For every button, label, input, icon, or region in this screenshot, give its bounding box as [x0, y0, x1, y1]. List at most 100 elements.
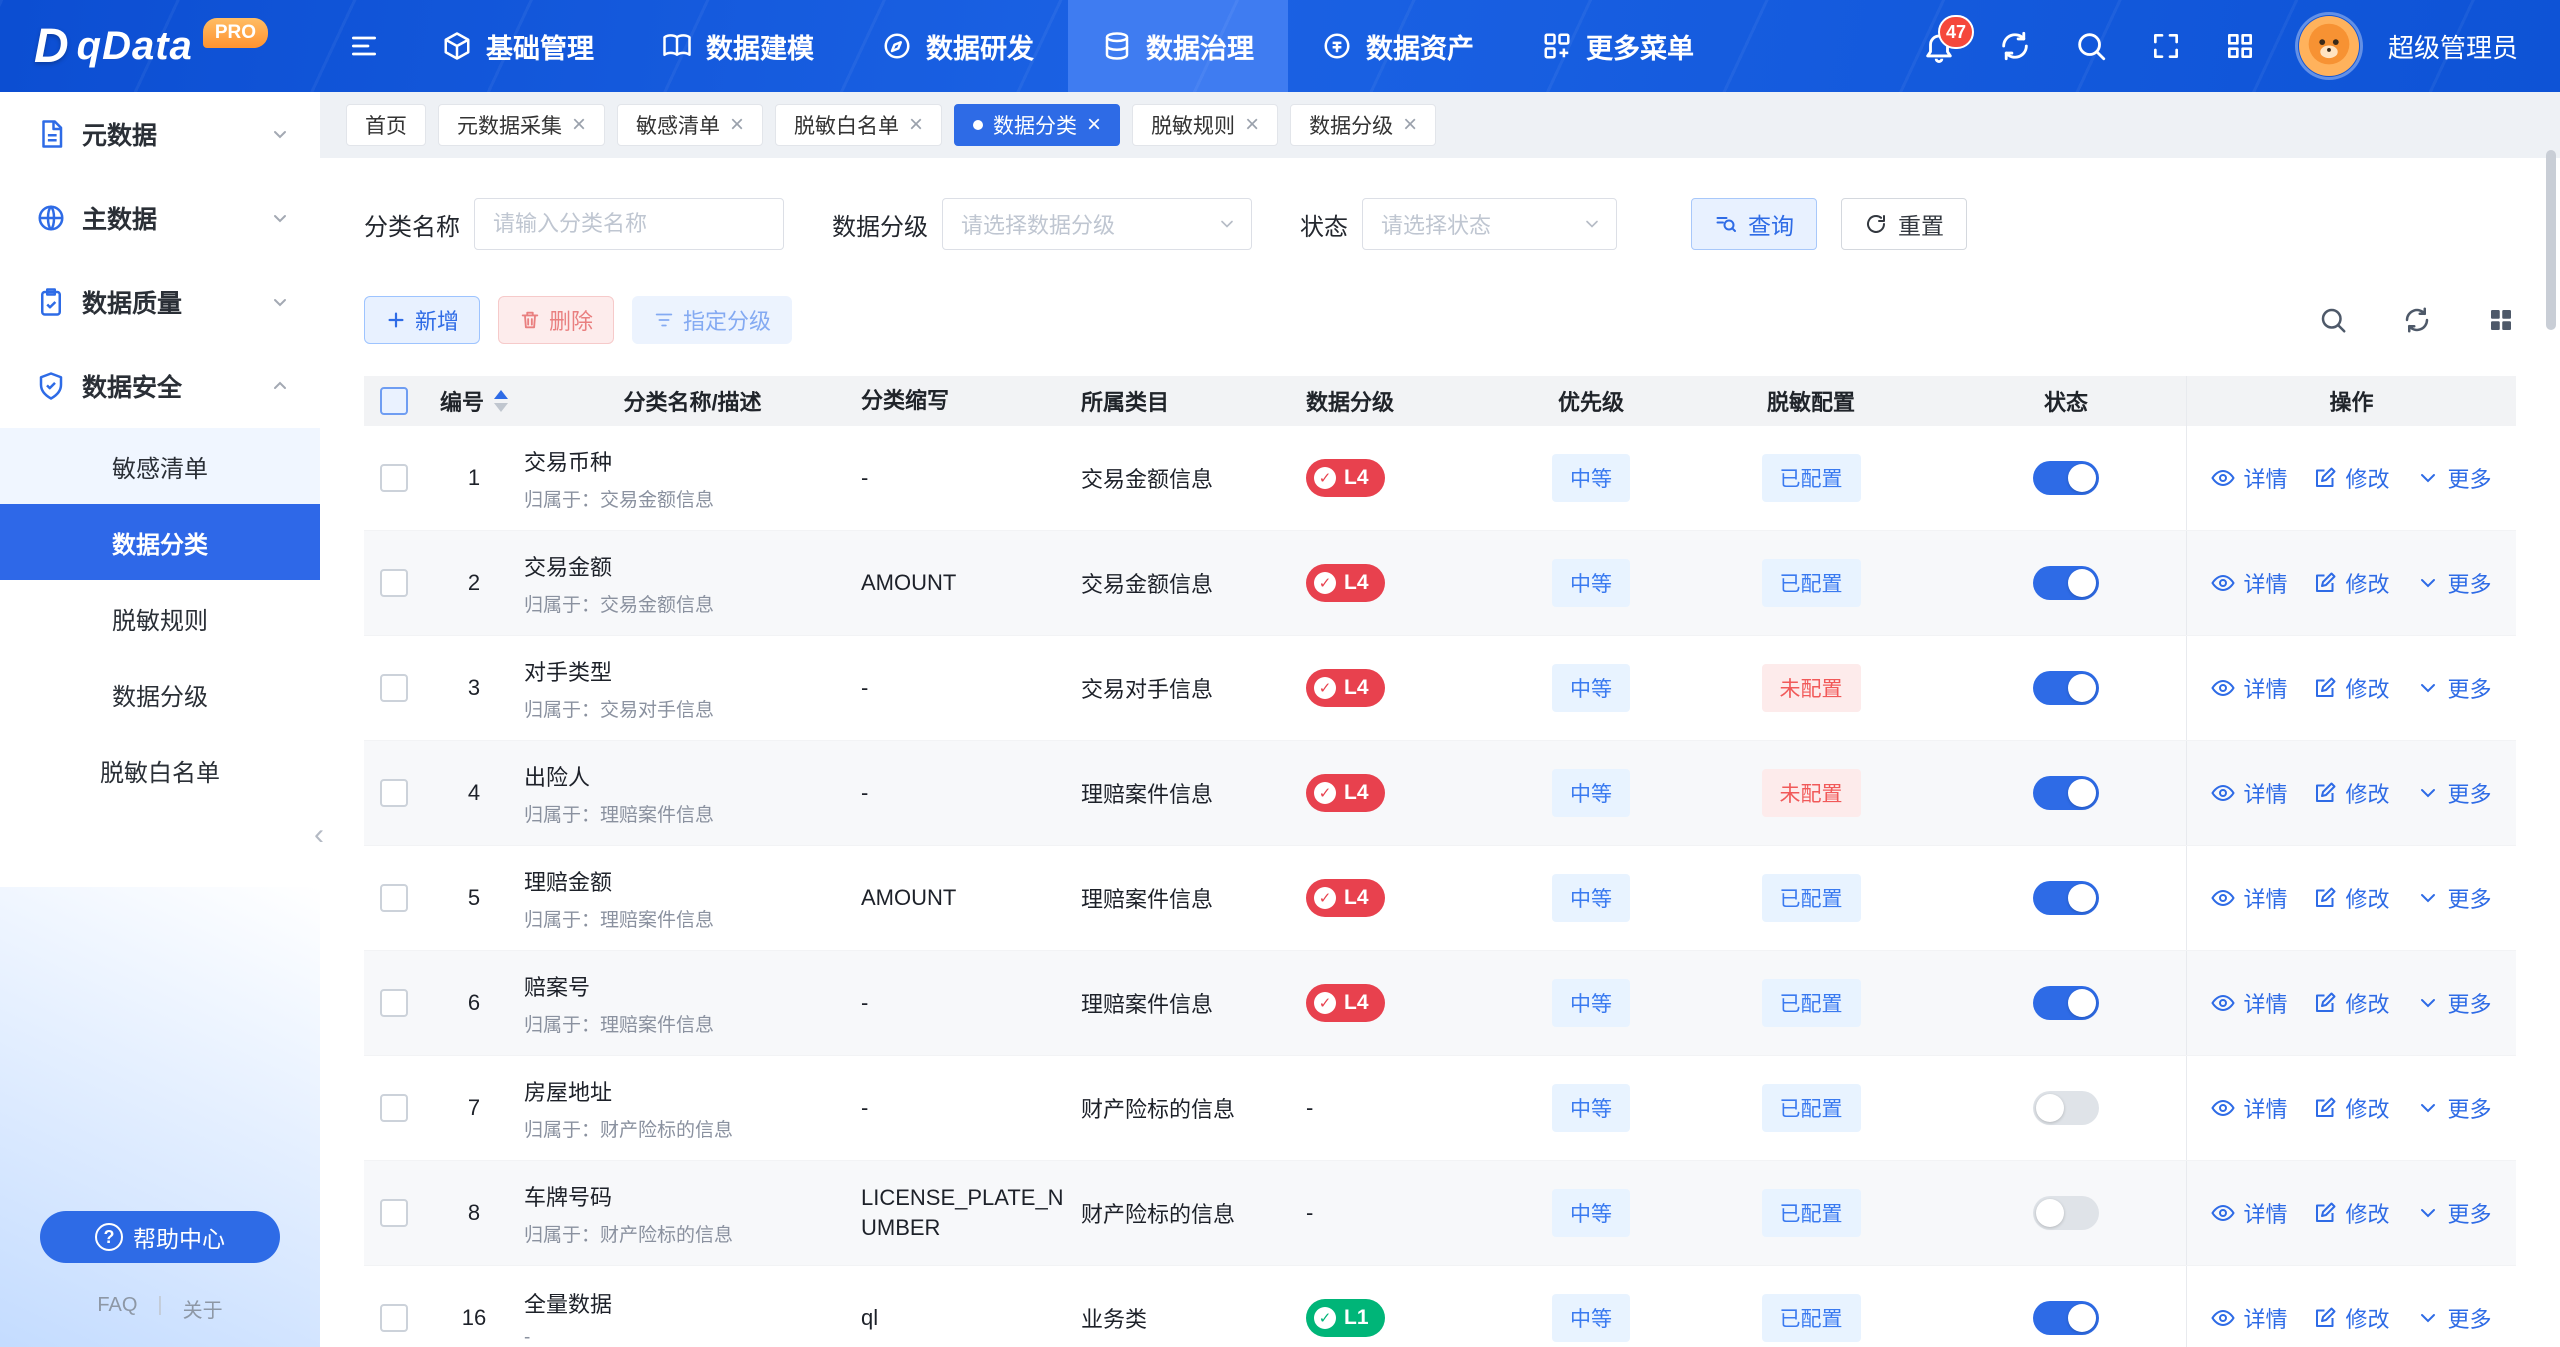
- edit-link[interactable]: 修改: [2313, 462, 2389, 494]
- user-name[interactable]: 超级管理员: [2388, 28, 2518, 65]
- close-icon[interactable]: ×: [909, 113, 923, 137]
- nav-item-data-assets[interactable]: 数据资产: [1288, 0, 1508, 92]
- row-checkbox[interactable]: [380, 464, 408, 492]
- add-button[interactable]: 新增: [364, 296, 480, 344]
- row-checkbox[interactable]: [380, 989, 408, 1017]
- sidebar-item-data-quality[interactable]: 数据质量: [0, 260, 320, 344]
- hamburger-menu-icon[interactable]: [320, 0, 408, 92]
- scrollbar-thumb[interactable]: [2546, 150, 2556, 330]
- status-select[interactable]: 请选择状态: [1362, 198, 1617, 250]
- user-avatar[interactable]: [2298, 15, 2360, 77]
- detail-link[interactable]: 详情: [2211, 462, 2287, 494]
- edit-link[interactable]: 修改: [2313, 882, 2389, 914]
- tab-data-grading[interactable]: 数据分级×: [1290, 104, 1436, 146]
- delete-button[interactable]: 删除: [498, 296, 614, 344]
- nav-item-basic-management[interactable]: 基础管理: [408, 0, 628, 92]
- table-refresh-icon[interactable]: [2402, 305, 2432, 335]
- detail-link[interactable]: 详情: [2211, 672, 2287, 704]
- select-all-checkbox[interactable]: [380, 387, 408, 415]
- more-link[interactable]: 更多: [2416, 567, 2492, 599]
- more-link[interactable]: 更多: [2416, 1092, 2492, 1124]
- more-link[interactable]: 更多: [2416, 1197, 2492, 1229]
- tab-masking-rules[interactable]: 脱敏规则×: [1132, 104, 1278, 146]
- more-link[interactable]: 更多: [2416, 987, 2492, 1019]
- detail-link[interactable]: 详情: [2211, 882, 2287, 914]
- apps-layout-button[interactable]: [2224, 30, 2256, 62]
- status-toggle[interactable]: [2033, 671, 2099, 705]
- column-settings-icon[interactable]: [2486, 305, 2516, 335]
- reset-button[interactable]: 重置: [1841, 198, 1967, 250]
- row-checkbox[interactable]: [380, 1304, 408, 1332]
- status-toggle[interactable]: [2033, 986, 2099, 1020]
- sidebar-item-master-data[interactable]: 主数据: [0, 176, 320, 260]
- header-id[interactable]: 编号: [424, 376, 524, 426]
- refresh-button[interactable]: [1998, 29, 2032, 63]
- nav-item-data-development[interactable]: 数据研发: [848, 0, 1068, 92]
- edit-link[interactable]: 修改: [2313, 567, 2389, 599]
- detail-link[interactable]: 详情: [2211, 567, 2287, 599]
- sidebar-collapse-icon[interactable]: ‹: [314, 820, 324, 850]
- status-toggle[interactable]: [2033, 566, 2099, 600]
- edit-link[interactable]: 修改: [2313, 1302, 2389, 1334]
- assign-grade-button[interactable]: 指定分级: [632, 296, 792, 344]
- data-grade-select[interactable]: 请选择数据分级: [942, 198, 1252, 250]
- status-toggle[interactable]: [2033, 776, 2099, 810]
- status-toggle[interactable]: [2033, 1301, 2099, 1335]
- detail-link[interactable]: 详情: [2211, 1302, 2287, 1334]
- sidebar-item-data-classification[interactable]: 数据分类: [0, 504, 320, 580]
- tab-metadata-collection[interactable]: 元数据采集×: [438, 104, 605, 146]
- sidebar-item-masking-whitelist[interactable]: 脱敏白名单: [0, 732, 320, 808]
- tab-masking-whitelist[interactable]: 脱敏白名单×: [775, 104, 942, 146]
- status-toggle[interactable]: [2033, 461, 2099, 495]
- close-icon[interactable]: ×: [1245, 113, 1259, 137]
- edit-link[interactable]: 修改: [2313, 672, 2389, 704]
- row-checkbox[interactable]: [380, 1199, 408, 1227]
- global-search-button[interactable]: [2074, 29, 2108, 63]
- faq-link[interactable]: FAQ: [97, 1294, 137, 1323]
- status-toggle[interactable]: [2033, 1091, 2099, 1125]
- close-icon[interactable]: ×: [1403, 113, 1417, 137]
- row-checkbox[interactable]: [380, 779, 408, 807]
- notifications-button[interactable]: 47: [1922, 29, 1956, 63]
- more-link[interactable]: 更多: [2416, 777, 2492, 809]
- edit-link[interactable]: 修改: [2313, 1092, 2389, 1124]
- row-checkbox[interactable]: [380, 884, 408, 912]
- about-link[interactable]: 关于: [183, 1294, 223, 1323]
- brand-logo[interactable]: D qData PRO: [0, 0, 320, 92]
- close-icon[interactable]: ×: [572, 113, 586, 137]
- row-checkbox[interactable]: [380, 1094, 408, 1122]
- more-link[interactable]: 更多: [2416, 672, 2492, 704]
- sidebar-item-masking-rules[interactable]: 脱敏规则: [0, 580, 320, 656]
- more-link[interactable]: 更多: [2416, 462, 2492, 494]
- edit-link[interactable]: 修改: [2313, 777, 2389, 809]
- edit-link[interactable]: 修改: [2313, 987, 2389, 1019]
- table-search-icon[interactable]: [2318, 305, 2348, 335]
- status-toggle[interactable]: [2033, 1196, 2099, 1230]
- row-checkbox[interactable]: [380, 674, 408, 702]
- category-name-input[interactable]: [474, 198, 784, 250]
- nav-item-more-menu[interactable]: 更多菜单: [1508, 0, 1728, 92]
- sidebar-item-data-security[interactable]: 数据安全: [0, 344, 320, 428]
- detail-link[interactable]: 详情: [2211, 987, 2287, 1019]
- query-button[interactable]: 查询: [1691, 198, 1817, 250]
- detail-link[interactable]: 详情: [2211, 1197, 2287, 1229]
- edit-link[interactable]: 修改: [2313, 1197, 2389, 1229]
- close-icon[interactable]: ×: [730, 113, 744, 137]
- fullscreen-button[interactable]: [2150, 30, 2182, 62]
- help-center-button[interactable]: ? 帮助中心: [40, 1211, 280, 1263]
- detail-link[interactable]: 详情: [2211, 1092, 2287, 1124]
- tab-data-classification[interactable]: 数据分类×: [954, 104, 1120, 146]
- row-checkbox[interactable]: [380, 569, 408, 597]
- nav-item-data-governance[interactable]: 数据治理: [1068, 0, 1288, 92]
- close-icon[interactable]: ×: [1087, 113, 1101, 137]
- detail-link[interactable]: 详情: [2211, 777, 2287, 809]
- nav-item-data-modeling[interactable]: 数据建模: [628, 0, 848, 92]
- sidebar-item-data-grading[interactable]: 数据分级: [0, 656, 320, 732]
- sort-icon[interactable]: [494, 390, 508, 412]
- more-link[interactable]: 更多: [2416, 1302, 2492, 1334]
- sidebar-item-sensitive-list[interactable]: 敏感清单: [0, 428, 320, 504]
- more-link[interactable]: 更多: [2416, 882, 2492, 914]
- status-toggle[interactable]: [2033, 881, 2099, 915]
- tab-home[interactable]: 首页: [346, 104, 426, 146]
- sidebar-item-metadata[interactable]: 元数据: [0, 92, 320, 176]
